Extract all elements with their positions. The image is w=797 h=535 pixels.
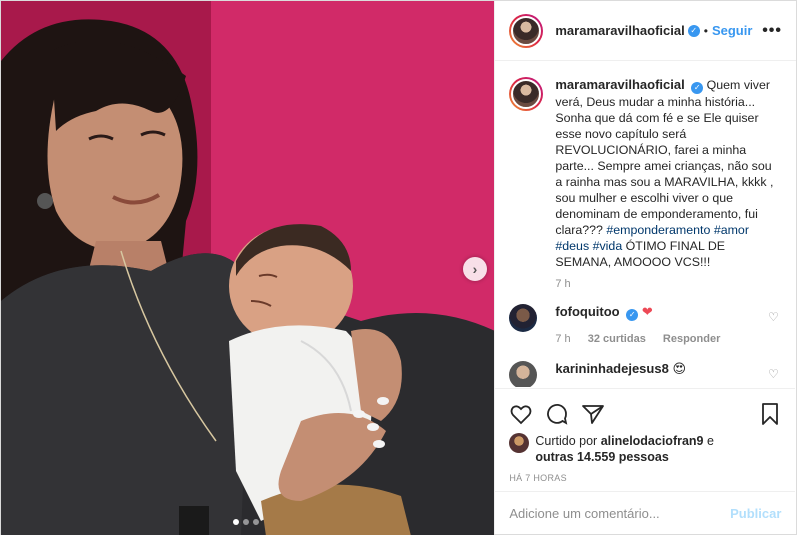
more-options-icon[interactable]: •••	[762, 22, 782, 40]
hashtag-link[interactable]: #deus	[555, 239, 589, 253]
hashtag-link[interactable]: #vida	[593, 239, 623, 253]
commenter-avatar[interactable]	[509, 361, 538, 387]
instagram-post: › maramaravilhaoficial ✓ • Seguir ••• ma…	[0, 0, 797, 535]
commenter-avatar[interactable]	[509, 304, 538, 332]
separator-dot: •	[703, 23, 708, 38]
liked-by-user[interactable]: alinelodaciofran9	[601, 434, 704, 448]
action-buttons	[509, 399, 781, 429]
post-side-panel: maramaravilhaoficial ✓ • Seguir ••• mara…	[494, 1, 796, 534]
liked-by-connector: e	[707, 434, 714, 448]
carousel-dot-active	[233, 519, 239, 525]
caption-avatar[interactable]	[509, 77, 544, 111]
comment-input[interactable]: Adicione um comentário...	[509, 506, 659, 521]
heart-outline-icon[interactable]: ♡	[768, 367, 782, 381]
comment-body: karininhadejesus8 😍	[555, 361, 768, 377]
comment-text: 😍	[672, 361, 687, 376]
follow-button[interactable]: Seguir	[712, 23, 752, 38]
like-heart-icon[interactable]	[509, 402, 533, 426]
verified-badge-icon: ✓	[687, 24, 700, 37]
caption-time: 7 h	[555, 278, 571, 290]
publish-button[interactable]: Publicar	[730, 506, 781, 521]
carousel-indicator	[233, 519, 259, 525]
caption-text-part1: Quem viver verá, Deus mudar a minha hist…	[555, 78, 774, 237]
post-photo[interactable]: ›	[1, 1, 495, 535]
verified-badge-icon: ✓	[626, 309, 639, 321]
comment-text: ❤	[641, 304, 653, 319]
comment-likes[interactable]: 32 curtidas	[588, 333, 646, 345]
liker-avatar[interactable]	[509, 433, 530, 453]
comment-time: 7 h	[555, 333, 571, 345]
caption-text: maramaravilhaoficial ✓ Quem viver verá, …	[555, 77, 780, 270]
share-send-icon[interactable]	[581, 402, 605, 426]
post-timestamp[interactable]: HÁ 7 HORAS	[509, 473, 781, 483]
heart-outline-icon[interactable]: ♡	[768, 310, 782, 324]
author-avatar[interactable]	[509, 13, 544, 48]
post-header: maramaravilhaoficial ✓ • Seguir •••	[495, 1, 796, 61]
next-slide-button[interactable]: ›	[463, 257, 487, 281]
add-comment-bar: Adicione um comentário... Publicar	[495, 491, 796, 535]
comment-bubble-icon[interactable]	[545, 402, 569, 426]
commenter-username[interactable]: karininhadejesus8	[555, 361, 668, 376]
liked-by: Curtido por alinelodaciofran9 e outras 1…	[509, 433, 781, 465]
commenter-username[interactable]: fofoquitoo	[555, 304, 619, 319]
hashtag-link[interactable]: #emponderamento	[606, 223, 710, 237]
reply-button[interactable]: Responder	[663, 333, 720, 345]
bookmark-save-icon[interactable]	[759, 402, 781, 426]
carousel-dot	[253, 519, 259, 525]
caption-username[interactable]: maramaravilhaoficial	[555, 77, 684, 92]
liked-by-prefix: Curtido por	[535, 434, 598, 448]
comment-item: karininhadejesus8 😍 ♡	[509, 361, 782, 387]
hashtag-link[interactable]: #amor	[714, 223, 749, 237]
comment-body: fofoquitoo ✓ ❤ 7 h 32 curtidas Responder	[555, 304, 768, 345]
liked-by-text: Curtido por alinelodaciofran9 e outras 1…	[535, 433, 714, 465]
chevron-right-icon: ›	[472, 261, 478, 277]
author-username[interactable]: maramaravilhaoficial	[555, 23, 684, 38]
verified-badge-icon: ✓	[691, 82, 704, 94]
post-actions: Curtido por alinelodaciofran9 e outras 1…	[495, 388, 796, 483]
carousel-dot	[243, 519, 249, 525]
comment-meta: 7 h 32 curtidas Responder	[555, 333, 768, 345]
liked-by-others[interactable]: outras 14.559 pessoas	[535, 450, 668, 464]
post-caption: maramaravilhaoficial ✓ Quem viver verá, …	[509, 77, 782, 270]
photo-illustration	[1, 1, 495, 535]
comments-section[interactable]: maramaravilhaoficial ✓ Quem viver verá, …	[495, 61, 796, 387]
comment-item: fofoquitoo ✓ ❤ 7 h 32 curtidas Responder…	[509, 304, 782, 345]
